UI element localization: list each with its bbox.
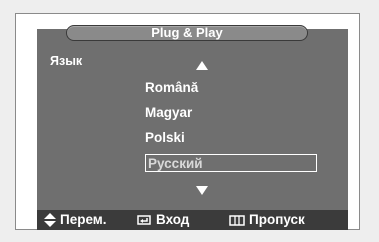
help-enter-label: Вход	[156, 212, 190, 227]
up-down-arrows-icon	[44, 213, 56, 228]
menu-title: Plug & Play	[151, 25, 223, 40]
help-enter: Вход	[136, 210, 189, 230]
help-skip: Пропуск	[229, 210, 305, 230]
help-skip-label: Пропуск	[249, 212, 305, 227]
arrow-up-icon[interactable]	[196, 61, 208, 70]
language-option-magyar[interactable]: Magyar	[145, 105, 317, 120]
language-option-russian-selected[interactable]: Русский	[145, 154, 317, 172]
help-move: Перем.	[44, 210, 107, 230]
language-option-romana[interactable]: Română	[145, 80, 317, 95]
arrow-down-icon[interactable]	[196, 186, 208, 195]
skip-icon	[229, 215, 245, 226]
help-move-label: Перем.	[60, 212, 107, 227]
language-option-polski[interactable]: Polski	[145, 130, 317, 145]
enter-icon	[137, 215, 151, 226]
language-label: Язык	[50, 54, 83, 68]
